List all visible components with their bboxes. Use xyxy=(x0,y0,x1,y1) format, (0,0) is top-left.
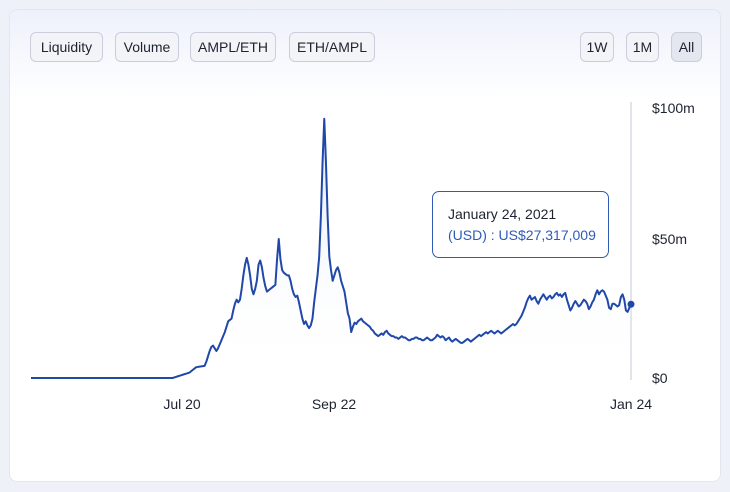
x-tick-sep-22: Sep 22 xyxy=(311,396,357,412)
x-tick-jul-20: Jul 20 xyxy=(163,396,201,412)
tooltip: January 24, 2021 (USD) : US$27,317,009 xyxy=(432,191,609,258)
y-tick-50m: $50m xyxy=(652,231,688,247)
y-tick-0: $0 xyxy=(652,370,668,386)
hover-point xyxy=(627,300,635,308)
tooltip-value: (USD) : US$27,317,009 xyxy=(448,227,596,243)
y-tick-100m: $100m xyxy=(652,100,695,116)
liquidity-chart xyxy=(31,102,635,380)
tooltip-date: January 24, 2021 xyxy=(448,206,557,222)
x-tick-jan-24: Jan 24 xyxy=(609,396,653,412)
